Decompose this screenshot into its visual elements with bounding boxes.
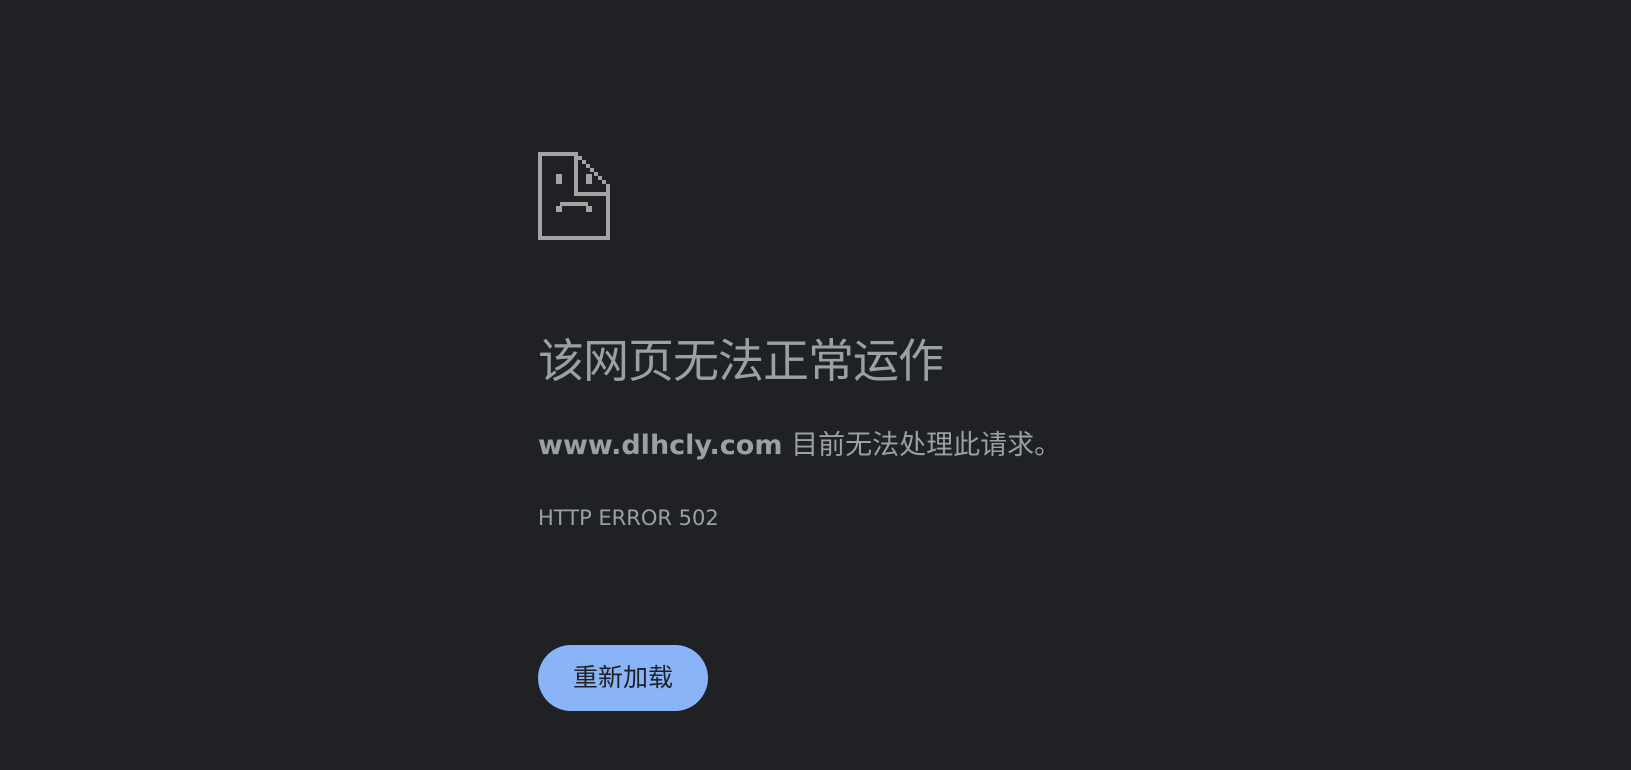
- error-page-content: 该网页无法正常运作 www.dlhcly.com 目前无法处理此请求。 HTTP…: [538, 152, 1238, 711]
- page-title: 该网页无法正常运作: [538, 334, 944, 388]
- error-summary-text: 目前无法处理此请求。: [791, 430, 1062, 461]
- sad-page-icon: [538, 152, 610, 240]
- error-summary: www.dlhcly.com 目前无法处理此请求。: [538, 430, 1061, 462]
- error-code: HTTP ERROR 502: [538, 506, 719, 530]
- reload-button[interactable]: 重新加载: [538, 645, 708, 711]
- host-name: www.dlhcly.com: [538, 430, 783, 461]
